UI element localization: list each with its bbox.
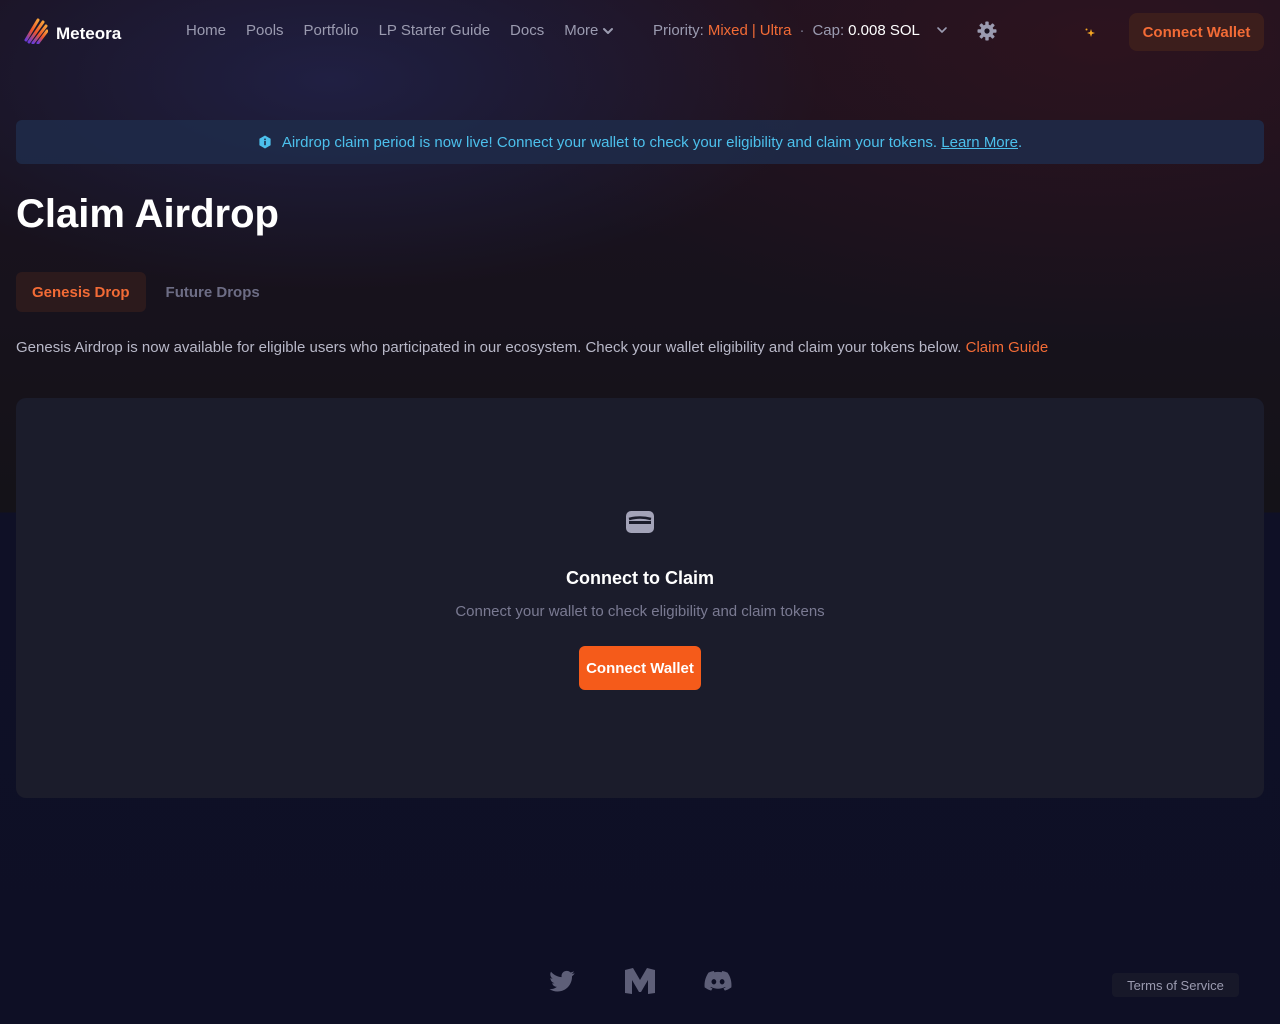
nav-docs[interactable]: Docs: [510, 22, 544, 39]
cap-value: 0.008 SOL: [848, 22, 920, 39]
priority-separator: |: [751, 22, 756, 39]
connect-wallet-button[interactable]: Connect Wallet: [579, 646, 701, 690]
claim-guide-link[interactable]: Claim Guide: [966, 339, 1049, 356]
discord-icon: [704, 971, 732, 991]
medium-link[interactable]: [624, 966, 656, 1001]
nav-home[interactable]: Home: [186, 22, 226, 39]
drop-tabs: Genesis Drop Future Drops: [16, 272, 276, 312]
cap-label: Cap:: [812, 22, 845, 39]
banner-text: Airdrop claim period is now live! Connec…: [281, 133, 1023, 151]
priority-dot: ·: [799, 22, 805, 39]
priority-mode: Mixed: [707, 22, 748, 39]
connect-claim-card: Connect to Claim Connect your wallet to …: [16, 398, 1264, 798]
chevron-down-icon: [937, 26, 947, 33]
logo-text: Meteora: [56, 23, 122, 43]
spark-button[interactable]: [1083, 26, 1097, 45]
sparkle-icon: [1085, 28, 1095, 37]
info-hexagon-icon: [259, 135, 271, 149]
nav-more-label: More: [564, 22, 599, 39]
card-subtitle: Connect your wallet to check eligibility…: [455, 603, 825, 620]
tab-future-drops[interactable]: Future Drops: [150, 272, 276, 312]
medium-icon: [625, 968, 655, 994]
meteora-logo-icon: [24, 18, 49, 49]
top-header: Meteora Home Pools Portfolio LP Starter …: [0, 0, 1280, 64]
wallet-icon: [624, 508, 656, 541]
main-nav: Home Pools Portfolio LP Starter Guide Do…: [186, 22, 614, 39]
priority-label: Priority:: [653, 22, 704, 39]
priority-fee-selector[interactable]: Priority: Mixed | Ultra · Cap: 0.008 SOL: [653, 22, 948, 39]
airdrop-description: Genesis Airdrop is now available for eli…: [16, 339, 1049, 356]
card-title: Connect to Claim: [565, 568, 714, 588]
page-title: Claim Airdrop: [16, 192, 279, 236]
twitter-icon: [549, 970, 575, 992]
airdrop-banner: Airdrop claim period is now live! Connec…: [16, 120, 1264, 164]
learn-more-link[interactable]: Learn More: [941, 134, 1018, 151]
settings-button[interactable]: [977, 21, 997, 46]
priority-engine: Ultra: [759, 22, 792, 39]
nav-pools[interactable]: Pools: [246, 22, 284, 39]
logo[interactable]: Meteora: [24, 18, 121, 49]
tab-genesis-drop[interactable]: Genesis Drop: [16, 272, 146, 312]
nav-more[interactable]: More: [564, 22, 614, 39]
gear-icon: [977, 21, 997, 41]
header-connect-wallet-button[interactable]: Connect Wallet: [1129, 13, 1264, 51]
nav-lp-starter-guide[interactable]: LP Starter Guide: [379, 22, 490, 39]
chevron-down-icon: [603, 27, 614, 34]
terms-of-service-link[interactable]: Terms of Service: [1112, 973, 1239, 997]
discord-link[interactable]: [703, 966, 733, 1001]
twitter-link[interactable]: [547, 966, 577, 1001]
nav-portfolio[interactable]: Portfolio: [304, 22, 359, 39]
